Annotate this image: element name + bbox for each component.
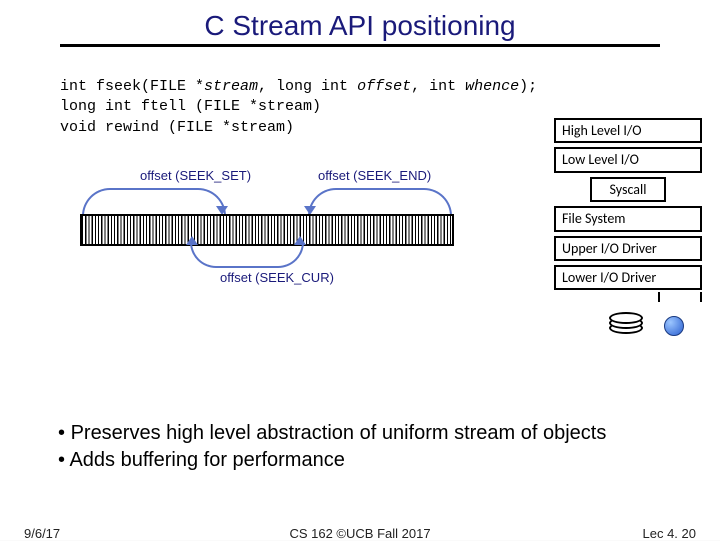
io-stack: High Level I/O Low Level I/O Syscall Fil… — [554, 118, 702, 348]
arc-seek-end — [308, 188, 452, 216]
label-seek-cur: offset (SEEK_CUR) — [220, 270, 334, 285]
title-underline — [60, 44, 660, 47]
stack-lower-driver: Lower I/O Driver — [554, 265, 702, 290]
bullet-1: Preserves high level abstraction of unif… — [58, 420, 606, 447]
disk-icon — [554, 308, 702, 348]
code-line-1: int fseek(FILE *stream, long int offset,… — [60, 78, 537, 95]
code-line-3: void rewind (FILE *stream) — [60, 119, 294, 136]
stack-low-level-io: Low Level I/O — [554, 147, 702, 172]
arrowhead-seek-cur-l — [186, 236, 198, 245]
bullet-2: Adds buffering for performance — [58, 447, 606, 474]
stream-tape — [80, 214, 454, 246]
slide: C Stream API positioning int fseek(FILE … — [0, 0, 720, 540]
seek-diagram: offset (SEEK_SET) offset (SEEK_END) offs… — [80, 156, 500, 286]
page-title: C Stream API positioning — [0, 0, 720, 42]
footer-page: Lec 4. 20 — [643, 526, 697, 541]
stack-connector — [658, 292, 702, 302]
stack-high-level-io: High Level I/O — [554, 118, 702, 143]
bullet-list: Preserves high level abstraction of unif… — [18, 420, 606, 474]
stack-syscall: Syscall — [590, 177, 666, 202]
arc-seek-cur — [190, 242, 304, 268]
code-line-2: long int ftell (FILE *stream) — [60, 98, 321, 115]
arc-seek-set — [82, 188, 226, 216]
footer-course: CS 162 ©UCB Fall 2017 — [0, 526, 720, 541]
stack-file-system: File System — [554, 206, 702, 231]
label-seek-set: offset (SEEK_SET) — [140, 168, 251, 183]
stack-upper-driver: Upper I/O Driver — [554, 236, 702, 261]
label-seek-end: offset (SEEK_END) — [318, 168, 431, 183]
sphere-icon — [664, 316, 684, 336]
arrowhead-seek-cur-r — [294, 236, 306, 245]
